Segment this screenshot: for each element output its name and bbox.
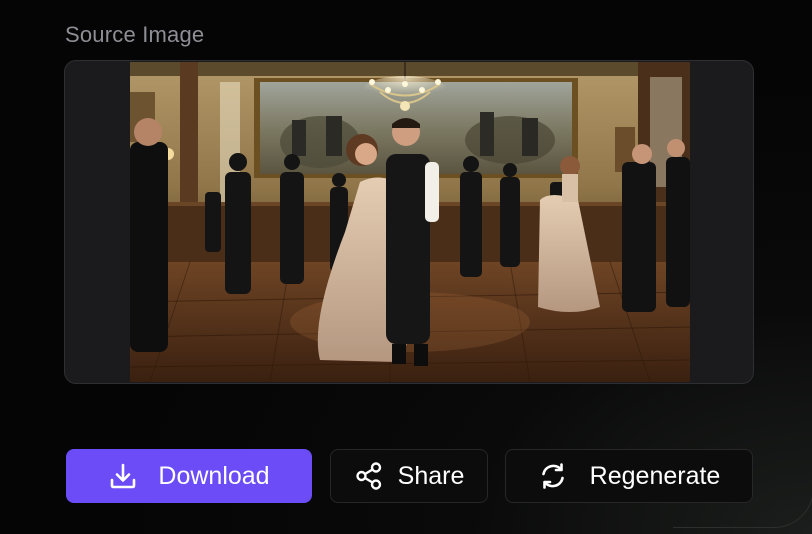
download-icon <box>108 461 138 491</box>
regenerate-button-label: Regenerate <box>589 461 721 490</box>
share-button-label: Share <box>397 461 465 490</box>
share-button[interactable]: Share <box>330 449 488 503</box>
download-button[interactable]: Download <box>66 449 312 503</box>
source-image-frame <box>64 60 754 384</box>
source-image <box>130 62 690 382</box>
refresh-icon <box>538 461 568 491</box>
regenerate-button[interactable]: Regenerate <box>505 449 753 503</box>
source-image-panel: Source Image Download Share Regenerate <box>0 0 812 534</box>
share-icon <box>354 461 384 491</box>
section-title: Source Image <box>65 22 205 47</box>
download-button-label: Download <box>158 461 270 490</box>
